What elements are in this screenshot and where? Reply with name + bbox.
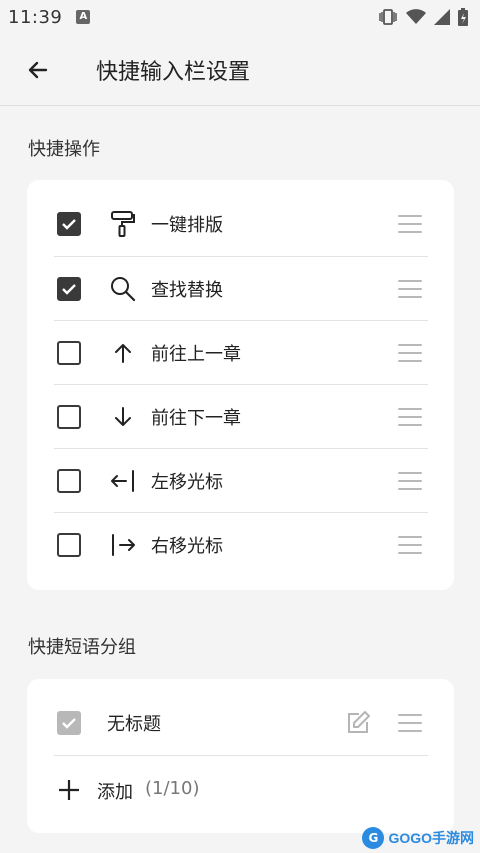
quick-action-row[interactable]: 一键排版 <box>27 192 454 256</box>
add-group-button[interactable]: 添加 (1/10) <box>27 756 454 824</box>
vibrate-icon <box>379 9 397 25</box>
pencil-icon[interactable] <box>345 710 371 736</box>
watermark-text: GOGO手游网 <box>388 830 474 846</box>
check-icon <box>62 718 76 729</box>
status-time: 11:39 <box>8 6 63 28</box>
section-title-quick-actions: 快捷操作 <box>28 139 100 160</box>
drag-handle-icon[interactable] <box>398 215 422 233</box>
app-bar: 快捷输入栏设置 <box>0 34 480 106</box>
quick-action-row[interactable]: 前往上一章 <box>27 321 454 385</box>
quick-action-row[interactable]: 左移光标 <box>27 449 454 513</box>
row-label: 右移光标 <box>151 536 223 557</box>
phrase-groups-card: 无标题 添加 (1/10) <box>27 679 454 833</box>
arrow-left-icon <box>28 61 48 78</box>
checkbox-checked[interactable] <box>57 277 81 301</box>
signal-icon <box>434 9 450 25</box>
row-label: 无标题 <box>107 714 161 735</box>
checkbox-unchecked[interactable] <box>57 469 81 493</box>
checkbox-disabled <box>57 711 81 735</box>
cursor-left-icon <box>109 467 137 495</box>
page-title: 快捷输入栏设置 <box>96 59 251 85</box>
battery-icon <box>458 8 468 26</box>
row-label: 前往下一章 <box>151 408 241 429</box>
arrow-up-icon <box>109 339 137 367</box>
search-icon <box>109 275 137 303</box>
section-title-phrase-groups: 快捷短语分组 <box>28 637 136 658</box>
back-button[interactable] <box>18 50 58 90</box>
check-icon <box>62 219 76 230</box>
add-label: 添加 <box>97 782 133 803</box>
arrow-down-icon <box>109 403 137 431</box>
row-label: 一键排版 <box>151 215 223 236</box>
cursor-right-icon <box>109 531 137 559</box>
plus-icon <box>59 780 79 800</box>
watermark: G GOGO手游网 <box>362 827 474 849</box>
drag-handle-icon[interactable] <box>398 408 422 426</box>
status-icons <box>378 8 468 26</box>
drag-handle-icon[interactable] <box>398 280 422 298</box>
drag-handle-icon[interactable] <box>398 472 422 490</box>
watermark-logo-icon: G <box>362 827 385 849</box>
checkbox-unchecked[interactable] <box>57 341 81 365</box>
drag-handle-icon[interactable] <box>398 714 422 732</box>
row-label: 左移光标 <box>151 472 223 493</box>
drag-handle-icon[interactable] <box>398 536 422 554</box>
row-label: 查找替换 <box>151 280 223 301</box>
notification-icon: A <box>76 10 91 24</box>
wifi-icon <box>406 9 426 24</box>
checkbox-checked[interactable] <box>57 212 81 236</box>
check-icon <box>62 284 76 295</box>
add-count: (1/10) <box>145 778 200 799</box>
quick-action-row[interactable]: 查找替换 <box>27 257 454 321</box>
row-label: 前往上一章 <box>151 344 241 365</box>
phrase-group-row[interactable]: 无标题 <box>27 691 454 755</box>
quick-actions-card: 一键排版 查找替换 前往上一章 前往下一章 左移光标 右移光标 <box>27 180 454 590</box>
quick-action-row[interactable]: 右移光标 <box>27 513 454 577</box>
status-bar: 11:39 A <box>0 0 480 34</box>
drag-handle-icon[interactable] <box>398 344 422 362</box>
quick-action-row[interactable]: 前往下一章 <box>27 385 454 449</box>
paint-roller-icon <box>109 210 137 238</box>
checkbox-unchecked[interactable] <box>57 405 81 429</box>
checkbox-unchecked[interactable] <box>57 533 81 557</box>
